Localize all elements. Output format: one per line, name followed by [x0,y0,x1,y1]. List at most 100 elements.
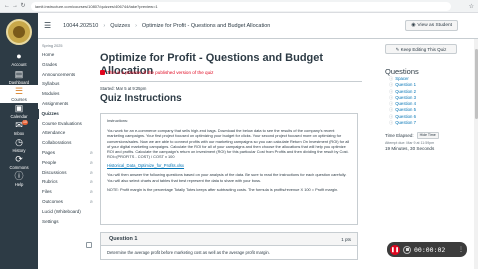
global-navigation: ● Account ▤ Dashboard ☰ Courses ▣ Calend… [0,13,38,269]
stop-icon[interactable] [403,245,411,254]
course-nav-lucid[interactable]: Lucid (Whiteboard) [38,207,96,217]
course-nav-pages[interactable]: Pages ⊘ [38,148,96,158]
course-nav-people[interactable]: People ⊘ [38,158,96,168]
started-timestamp: Started: Mar 5 at 9:25pm [100,86,147,91]
instructions-label: Instructions: [107,118,128,123]
reload-icon[interactable]: ↻ [19,0,27,13]
preview-notice: This is a preview of the published versi… [100,69,362,76]
question-nav-7[interactable]: ⓘ Question 7 [385,120,475,126]
elapsed-timer: 19 Minutes, 30 Seconds [385,146,435,152]
page-header: ☰ 10044.202510 › Quizzes › Optimize for … [38,13,478,39]
hamburger-menu-icon[interactable]: ☰ [44,21,51,30]
course-nav-label: Discussions [42,169,67,175]
hide-time-button[interactable]: Hide Time [416,132,439,140]
course-nav-files[interactable]: Files ⊘ [38,187,96,197]
time-elapsed-row: Time Elapsed: Hide Time [385,132,475,140]
commons-icon: ⟳ [15,154,23,164]
course-nav-label: People [42,159,57,165]
global-nav-courses[interactable]: ☰ Courses [0,85,38,103]
global-nav-label: Help [14,182,24,187]
time-elapsed-label: Time Elapsed: [385,133,414,139]
course-nav-quizzes[interactable]: Quizzes [38,108,96,119]
instructions-box: Instructions: You work for an e-commerce… [100,113,358,225]
global-nav-history[interactable]: ◷ History [0,137,38,153]
global-nav-label: Account [11,62,27,67]
pause-icon[interactable]: ❚❚ [390,244,400,255]
question-header: Question 1 1 pts [100,232,358,246]
university-logo[interactable] [6,19,32,45]
flag-question-checkbox[interactable] [86,242,92,248]
course-nav-attendance[interactable]: Attendance [38,128,96,138]
hidden-eye-icon: ⊘ [89,179,93,185]
inbox-icon: ✉ [15,120,23,130]
breadcrumb: 10044.202510 › Quizzes › Optimize for Pr… [63,23,270,29]
more-options-icon[interactable]: ⋮ [458,246,464,253]
preview-notice-text: This is a preview of the published versi… [107,70,214,75]
address-bar[interactable]: lamit.instructure.com/courses/10807/quiz… [31,1,451,11]
breadcrumb-quizzes[interactable]: Quizzes [110,23,130,29]
attempt-due: Attempt due: Mar 9 at 11:59pm [385,141,435,146]
hidden-eye-icon: ⊘ [89,198,93,204]
historical-data-link[interactable]: Historical_Data_Optimize_for_Profits.xls… [107,163,351,168]
global-nav-label: History [12,148,26,153]
url-text: lamit.instructure.com/courses/10807/quiz… [35,3,158,9]
global-nav-label: Inbox [13,131,25,136]
course-nav-collaborations[interactable]: Collaborations [38,138,96,148]
scrollbar-thumb[interactable] [474,49,478,119]
back-icon[interactable]: ← [3,0,11,13]
keep-editing-label: Keep Editing This Quiz [400,47,447,52]
dashboard-icon: ▤ [14,69,24,79]
warning-icon [100,70,105,75]
global-nav-dashboard[interactable]: ▤ Dashboard [0,69,38,85]
course-nav-home[interactable]: Home [38,50,96,60]
course-nav-label: Pages [42,149,56,155]
inbox-badge: 10 [22,120,28,125]
course-nav-grades[interactable]: Grades [38,60,96,70]
course-navigation: Spring 2025 Home Grades Announcements Sy… [38,39,96,269]
course-nav-label: Outcomes [42,198,63,204]
global-nav-account[interactable]: ● Account [0,51,38,67]
glasses-icon: ◉ [411,22,416,28]
course-nav-syllabus[interactable]: Syllabus [38,79,96,89]
recording-time: 00:00:02 [414,245,446,254]
hidden-eye-icon: ⊘ [89,149,93,155]
course-nav-modules[interactable]: Modules [38,89,96,99]
course-nav-assignments[interactable]: Assignments [38,99,96,109]
courses-icon: ☰ [14,86,24,96]
global-nav-commons[interactable]: ⟳ Commons [0,154,38,170]
pencil-icon: ✎ [395,47,400,52]
course-nav-announcements[interactable]: Announcements [38,70,96,80]
history-icon: ◷ [15,137,23,147]
global-nav-calendar[interactable]: ▣ Calendar [0,103,38,119]
question-text: Determine the average profit before mark… [100,246,358,260]
divider [100,81,362,82]
star-icon[interactable]: ☆ [469,3,474,10]
course-nav-settings[interactable]: Settings [38,217,96,227]
course-nav-discussions[interactable]: Discussions ⊘ [38,168,96,178]
breadcrumb-current: Optimize for Profit - Questions and Budg… [141,22,271,29]
course-nav-outcomes[interactable]: Outcomes ⊘ [38,197,96,207]
global-nav-label: Courses [11,97,27,102]
course-nav-label: Files [42,189,52,195]
instructions-paragraph-3: NOTE: Profit margin is the percentage To… [107,186,339,192]
chevron-right-icon: › [103,22,106,29]
course-nav-rubrics[interactable]: Rubrics ⊘ [38,177,96,187]
hidden-eye-icon: ⊘ [89,159,93,165]
forward-icon[interactable]: → [11,0,19,13]
breadcrumb-course[interactable]: 10044.202510 [63,23,98,29]
global-nav-inbox[interactable]: ✉ 10 Inbox [0,120,38,136]
global-nav-label: Calendar [10,114,28,119]
questions-heading: Questions [385,67,419,76]
global-nav-help[interactable]: ⓘ Help [0,171,38,187]
course-nav-label: Rubrics [42,179,58,185]
page-scrollbar[interactable] [474,39,478,269]
account-icon: ● [16,51,22,61]
course-nav-course-evaluations[interactable]: Course Evaluations [38,119,96,129]
instructions-paragraph-2: You will then answer the following quest… [107,172,347,183]
view-as-student-label: View as Student [417,22,452,28]
question-mark-icon: ⓘ [389,120,394,126]
page-title: Optimize for Profit - Questions and Budg… [100,52,324,77]
view-as-student-button[interactable]: ◉ View as Student [405,20,458,31]
keep-editing-button[interactable]: ✎ Keep Editing This Quiz [385,44,457,54]
calendar-icon: ▣ [14,103,24,113]
